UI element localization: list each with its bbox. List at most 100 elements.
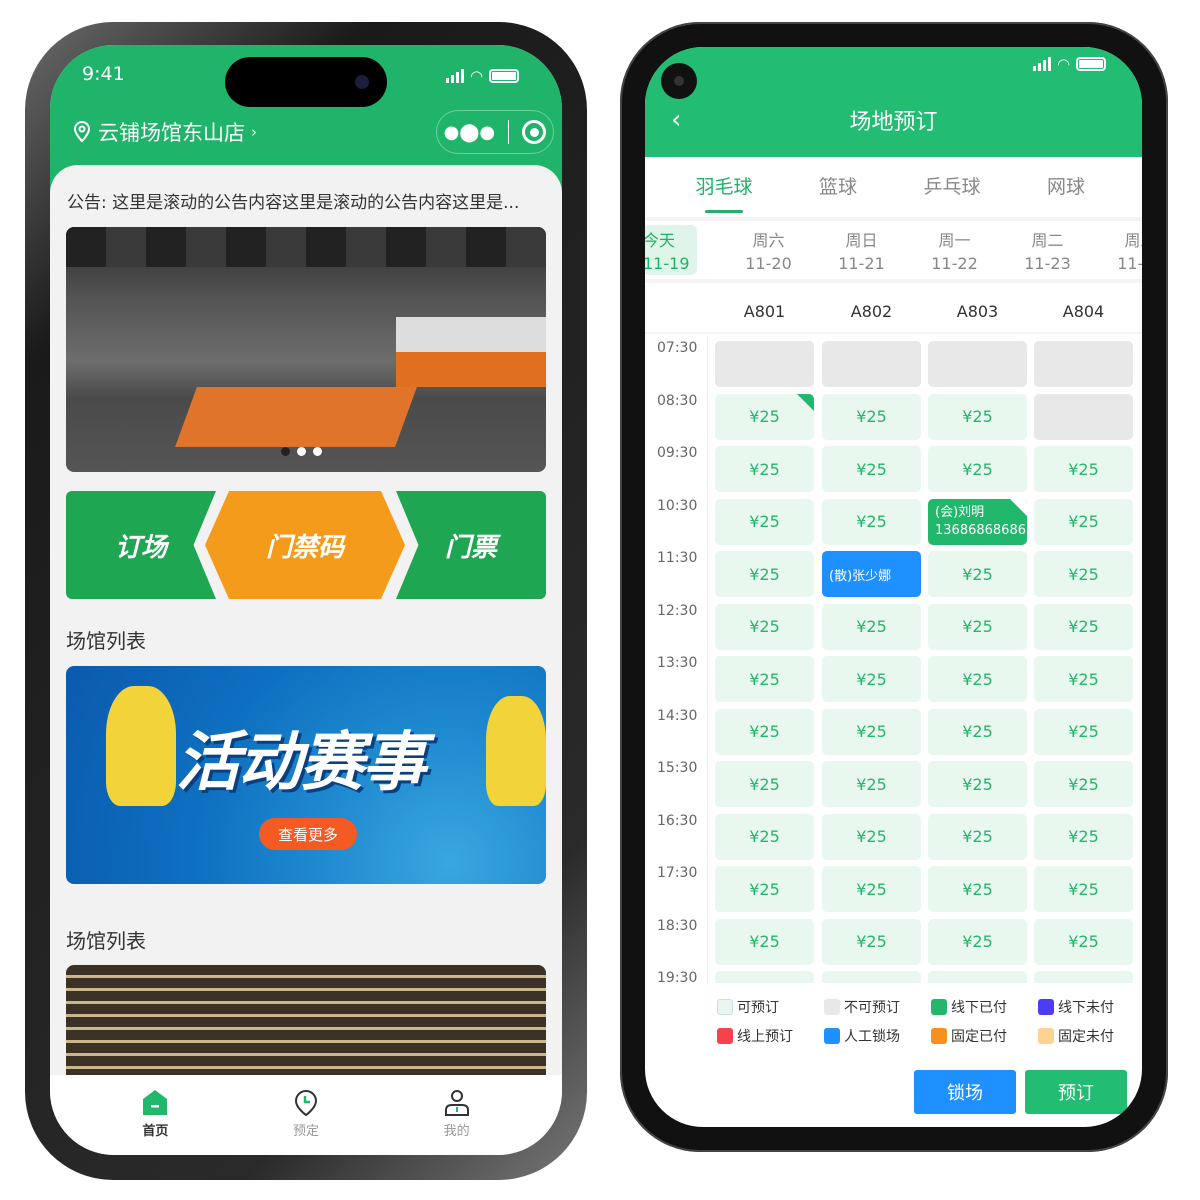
slot-cell[interactable]: ¥25 [928, 603, 1027, 650]
slot-cell[interactable]: ¥25 [928, 918, 1027, 965]
date-item[interactable]: 周二 11-23 [1001, 221, 1094, 279]
slot-cell[interactable]: (散)张少娜 [822, 551, 921, 597]
slot-cell[interactable]: ¥25 [1034, 708, 1133, 755]
tab-basketball[interactable]: 篮球 [781, 157, 895, 213]
slot-cell[interactable] [715, 971, 814, 983]
slot-cell[interactable] [1034, 971, 1133, 983]
slot-cell[interactable]: ¥25 [928, 813, 1027, 860]
date-item[interactable]: 周一 11-22 [908, 221, 1001, 279]
divider [508, 120, 510, 144]
legend-item: 线下已付 [931, 997, 1038, 1017]
time-label: 11:30 [657, 550, 698, 566]
tab-label: 预定 [292, 1124, 319, 1139]
slot-cell[interactable]: ¥25 [715, 446, 814, 492]
tab-badminton[interactable]: 羽毛球 [667, 157, 781, 213]
legend-item: 固定已付 [931, 1026, 1038, 1046]
slot-cell[interactable]: ¥25 [822, 498, 921, 545]
slot-cell[interactable]: ¥25 [928, 708, 1027, 755]
date-value: 11-23 [1024, 254, 1071, 273]
miniprogram-capsule[interactable]: ●⬤● [436, 110, 554, 154]
slot-cell[interactable]: ¥25 [1034, 603, 1133, 650]
court-name: A803 [956, 302, 999, 321]
tab-tennis[interactable]: 网球 [1009, 157, 1123, 213]
slot-cell[interactable]: ¥25 [1034, 866, 1133, 912]
slot-cell[interactable]: ¥25 [715, 656, 814, 702]
slot-cell[interactable] [822, 971, 921, 983]
date-item[interactable]: 周二 11-23 [1094, 221, 1142, 279]
date-selector: 今天 11-19 周六 11-20 周日 11-21 周一 11-22 周二 11-23 周二 11-… [645, 217, 1142, 283]
activity-banner[interactable]: 活动赛事 查看更多 [66, 666, 546, 884]
date-day: 周六 [752, 231, 785, 250]
slot-cell[interactable]: ¥25 [928, 866, 1027, 912]
tab-booking[interactable]: 预定 [261, 1075, 351, 1155]
slot-cell[interactable]: ¥25 [822, 918, 921, 965]
section-title: 场馆列表 [66, 929, 146, 953]
slot-cell[interactable]: ¥25 [822, 761, 921, 807]
slot-cell[interactable]: ¥25 [928, 393, 1027, 440]
date-item[interactable]: 周六 11-20 [722, 221, 815, 279]
slot-cell[interactable]: ¥25 [1034, 918, 1133, 965]
more-icon[interactable]: ●⬤● [444, 122, 496, 143]
slot-cell[interactable]: ¥25 [1034, 813, 1133, 860]
legend-item: 不可预订 [824, 997, 931, 1017]
tab-home[interactable]: 首页 [110, 1075, 200, 1155]
slot-cell[interactable]: ¥25 [928, 446, 1027, 492]
slot-cell[interactable]: ¥25 [822, 393, 921, 440]
notice-text[interactable]: 公告: 这里是滚动的公告内容这里是滚动的公告内容这里是... [67, 188, 519, 213]
slot-cell[interactable]: ¥25 [715, 708, 814, 755]
see-more-button[interactable]: 查看更多 [259, 818, 357, 850]
date-item[interactable]: 今天 11-19 [645, 225, 697, 275]
slot-cell[interactable]: ¥25 [715, 551, 814, 597]
slot-cell[interactable]: ¥25 [928, 551, 1027, 597]
slot-cell[interactable] [928, 971, 1027, 983]
slot-cell[interactable]: ¥25 [822, 603, 921, 650]
slot-cell[interactable]: ¥25 [1034, 551, 1133, 597]
venue-image[interactable] [66, 965, 546, 1085]
time-label: 19:30 [657, 970, 698, 983]
slot-cell[interactable]: ¥25 [822, 656, 921, 702]
slot-cell[interactable]: ¥25 [928, 761, 1027, 807]
slot-cell[interactable]: ¥25 [715, 498, 814, 545]
ticket-button[interactable]: 门票 [396, 491, 546, 599]
date-item[interactable]: 周日 11-21 [815, 221, 908, 279]
slot-cell[interactable]: ¥25 [715, 866, 814, 912]
slot-cell[interactable]: ¥25 [1034, 761, 1133, 807]
slot-text: ¥25 [856, 932, 887, 951]
slot-cell[interactable]: ¥25 [715, 603, 814, 650]
status-icons: ◠ [446, 67, 520, 85]
court-name: A801 [743, 302, 786, 321]
access-code-button[interactable]: 门禁码 [205, 491, 405, 599]
book-button[interactable]: 预订 [1025, 1070, 1127, 1114]
legend-item: 线上预订 [717, 1026, 824, 1046]
tab-table-tennis[interactable]: 乒乓球 [895, 157, 1009, 213]
court-header: A801 A802 A803 A804 [645, 290, 1142, 334]
slot-cell[interactable]: ¥25 [715, 813, 814, 860]
slot-cell[interactable]: ¥25 [1034, 498, 1133, 545]
book-court-button[interactable]: 订场 [66, 491, 216, 599]
slot-cell[interactable]: ¥25 [715, 761, 814, 807]
lock-court-button[interactable]: 锁场 [914, 1070, 1016, 1114]
venue-carousel[interactable] [66, 227, 546, 472]
slot-cell[interactable]: ¥25 [715, 393, 814, 440]
tab-mine[interactable]: 我的 [412, 1075, 502, 1155]
slot-cell [1034, 341, 1133, 387]
slot-cell[interactable]: ¥25 [928, 656, 1027, 702]
slot-text: ¥25 [749, 564, 780, 584]
slot-cell[interactable]: ¥25 [822, 446, 921, 492]
date-day: 今天 [645, 231, 676, 250]
slot-cell[interactable]: (会)刘明 13686868686 [928, 498, 1027, 545]
slot-cell[interactable]: ¥25 [822, 813, 921, 860]
close-target-icon[interactable] [522, 120, 547, 144]
slot-cell[interactable]: ¥25 [715, 918, 814, 965]
store-selector[interactable]: 云铺场馆东山店 › [72, 117, 257, 147]
slot-cell[interactable]: ¥25 [822, 866, 921, 912]
time-label: 10:30 [657, 497, 698, 514]
slot-cell[interactable]: ¥25 [1034, 446, 1133, 492]
slot-cell[interactable]: ¥25 [1034, 656, 1133, 702]
slot-cell [822, 341, 921, 387]
status-time: 9:41 [82, 63, 125, 85]
tab-label: 我的 [443, 1124, 470, 1139]
slot-text: ¥25 [1068, 879, 1099, 899]
slot-cell[interactable]: ¥25 [822, 708, 921, 755]
time-label: 16:30 [657, 812, 698, 829]
